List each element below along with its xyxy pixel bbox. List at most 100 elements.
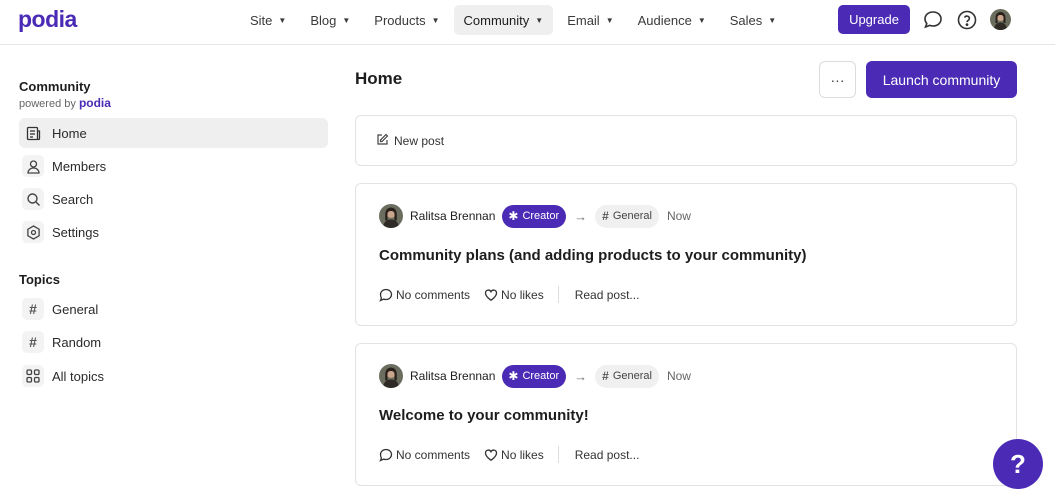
nav-item-label: Email — [567, 12, 600, 28]
post-title[interactable]: Community plans (and adding products to … — [379, 247, 807, 264]
post-footer: No comments No likes Read post... — [379, 446, 639, 463]
nav-item-sales[interactable]: Sales ▼ — [720, 5, 786, 35]
new-post-trigger[interactable]: New post — [376, 133, 444, 149]
post-footer: No comments No likes Read post... — [379, 286, 639, 303]
edit-pencil-icon — [376, 133, 394, 149]
caret-down-icon: ▼ — [431, 15, 440, 25]
hash-icon: # — [602, 209, 609, 223]
sidebar-topic-random[interactable]: # Random — [19, 327, 328, 357]
user-avatar[interactable] — [990, 9, 1011, 30]
nav-item-email[interactable]: Email ▼ — [557, 5, 623, 35]
home-feed-icon — [22, 122, 44, 144]
post-header: Ralitsa Brennan ✱ Creator → # General No… — [379, 364, 691, 388]
sidebar-item-label: Home — [52, 125, 87, 141]
chat-bubble-icon[interactable] — [922, 9, 944, 31]
read-post-link[interactable]: Read post... — [575, 448, 640, 462]
nav-item-blog[interactable]: Blog ▼ — [300, 5, 360, 35]
post-timestamp: Now — [666, 209, 691, 223]
nav-item-audience[interactable]: Audience ▼ — [628, 5, 716, 35]
badge-label: Creator — [522, 210, 560, 222]
sidebar-topic-label: Random — [52, 334, 102, 350]
page-title: Home — [355, 69, 403, 88]
comments-button[interactable]: No comments — [379, 288, 470, 302]
community-sidebar: Community powered by podia Home Members … — [0, 46, 340, 496]
author-avatar[interactable] — [379, 364, 403, 388]
topic-label: General — [612, 210, 652, 222]
arrow-right-icon: → — [574, 368, 588, 384]
topics-heading: Topics — [19, 272, 60, 287]
comments-button[interactable]: No comments — [379, 448, 470, 462]
comments-count: No comments — [396, 287, 471, 302]
gear-icon — [22, 221, 44, 243]
post-timestamp: Now — [666, 369, 691, 383]
heart-icon — [484, 289, 498, 301]
launch-community-button[interactable]: Launch community — [866, 61, 1017, 98]
author-avatar[interactable] — [379, 204, 403, 228]
nav-item-label: Blog — [310, 12, 337, 28]
nav-item-label: Audience — [637, 12, 692, 28]
hash-icon: # — [22, 331, 44, 353]
topic-label: General — [612, 370, 652, 382]
top-bar: podia Site ▼ Blog ▼ Products ▼ Community… — [0, 0, 1055, 45]
topic-chip[interactable]: # General — [595, 364, 659, 388]
sidebar-item-search[interactable]: Search — [19, 184, 328, 214]
nav-item-label: Sales — [729, 12, 763, 28]
author-name[interactable]: Ralitsa Brennan — [410, 369, 495, 383]
sidebar-item-settings[interactable]: Settings — [19, 217, 328, 247]
nav-item-community[interactable]: Community ▼ — [453, 5, 554, 35]
sidebar-item-members[interactable]: Members — [19, 151, 328, 181]
powered-by-text: powered by — [19, 98, 76, 110]
author-name[interactable]: Ralitsa Brennan — [410, 209, 495, 223]
post-card: Ralitsa Brennan ✱ Creator → # General No… — [355, 343, 1017, 486]
caret-down-icon: ▼ — [768, 15, 777, 25]
asterisk-icon: ✱ — [508, 369, 519, 383]
footer-divider — [557, 446, 559, 463]
sidebar-item-label: Settings — [52, 224, 99, 240]
comment-bubble-icon — [379, 288, 393, 302]
new-post-card[interactable]: New post — [355, 115, 1017, 166]
help-circle-icon[interactable] — [956, 9, 978, 31]
caret-down-icon: ▼ — [605, 15, 614, 25]
likes-count: No likes — [501, 287, 544, 302]
sidebar-title: Community — [19, 79, 91, 94]
post-title[interactable]: Welcome to your community! — [379, 407, 589, 424]
arrow-right-icon: → — [574, 208, 588, 224]
post-header: Ralitsa Brennan ✱ Creator → # General No… — [379, 204, 691, 228]
likes-button[interactable]: No likes — [484, 288, 544, 302]
help-chat-button[interactable]: ? — [993, 439, 1043, 489]
caret-down-icon: ▼ — [697, 15, 706, 25]
main-nav: Site ▼ Blog ▼ Products ▼ Community ▼ Ema… — [240, 5, 790, 35]
nav-item-products[interactable]: Products ▼ — [364, 5, 449, 35]
caret-down-icon: ▼ — [535, 15, 544, 25]
powered-by-logo: podia — [78, 96, 111, 110]
badge-label: Creator — [522, 370, 560, 382]
more-options-button[interactable]: ··· — [819, 61, 856, 98]
new-post-label: New post — [394, 134, 445, 148]
footer-divider — [557, 286, 559, 303]
sidebar-topic-label: General — [52, 301, 99, 317]
nav-item-site[interactable]: Site ▼ — [240, 5, 296, 35]
creator-badge: ✱ Creator — [502, 364, 567, 388]
caret-down-icon: ▼ — [278, 15, 287, 25]
sidebar-item-home[interactable]: Home — [19, 118, 328, 148]
nav-item-label: Site — [250, 12, 273, 28]
upgrade-button[interactable]: Upgrade — [838, 5, 910, 34]
likes-button[interactable]: No likes — [484, 448, 544, 462]
nav-item-label: Products — [374, 12, 426, 28]
sidebar-topic-label: All topics — [52, 368, 105, 384]
hash-icon: # — [602, 369, 609, 383]
asterisk-icon: ✱ — [508, 209, 519, 223]
grid-icon — [22, 365, 44, 387]
nav-item-label: Community — [463, 12, 530, 28]
sidebar-topic-general[interactable]: # General — [19, 294, 328, 324]
person-icon — [22, 155, 44, 177]
caret-down-icon: ▼ — [342, 15, 351, 25]
topic-chip[interactable]: # General — [595, 204, 659, 228]
sidebar-all-topics[interactable]: All topics — [19, 361, 328, 391]
powered-by: powered by podia — [19, 96, 111, 110]
sidebar-item-label: Search — [52, 191, 94, 207]
sidebar-item-label: Members — [52, 158, 107, 174]
read-post-link[interactable]: Read post... — [575, 288, 640, 302]
likes-count: No likes — [501, 447, 544, 462]
podia-logo[interactable]: podia — [18, 6, 77, 33]
